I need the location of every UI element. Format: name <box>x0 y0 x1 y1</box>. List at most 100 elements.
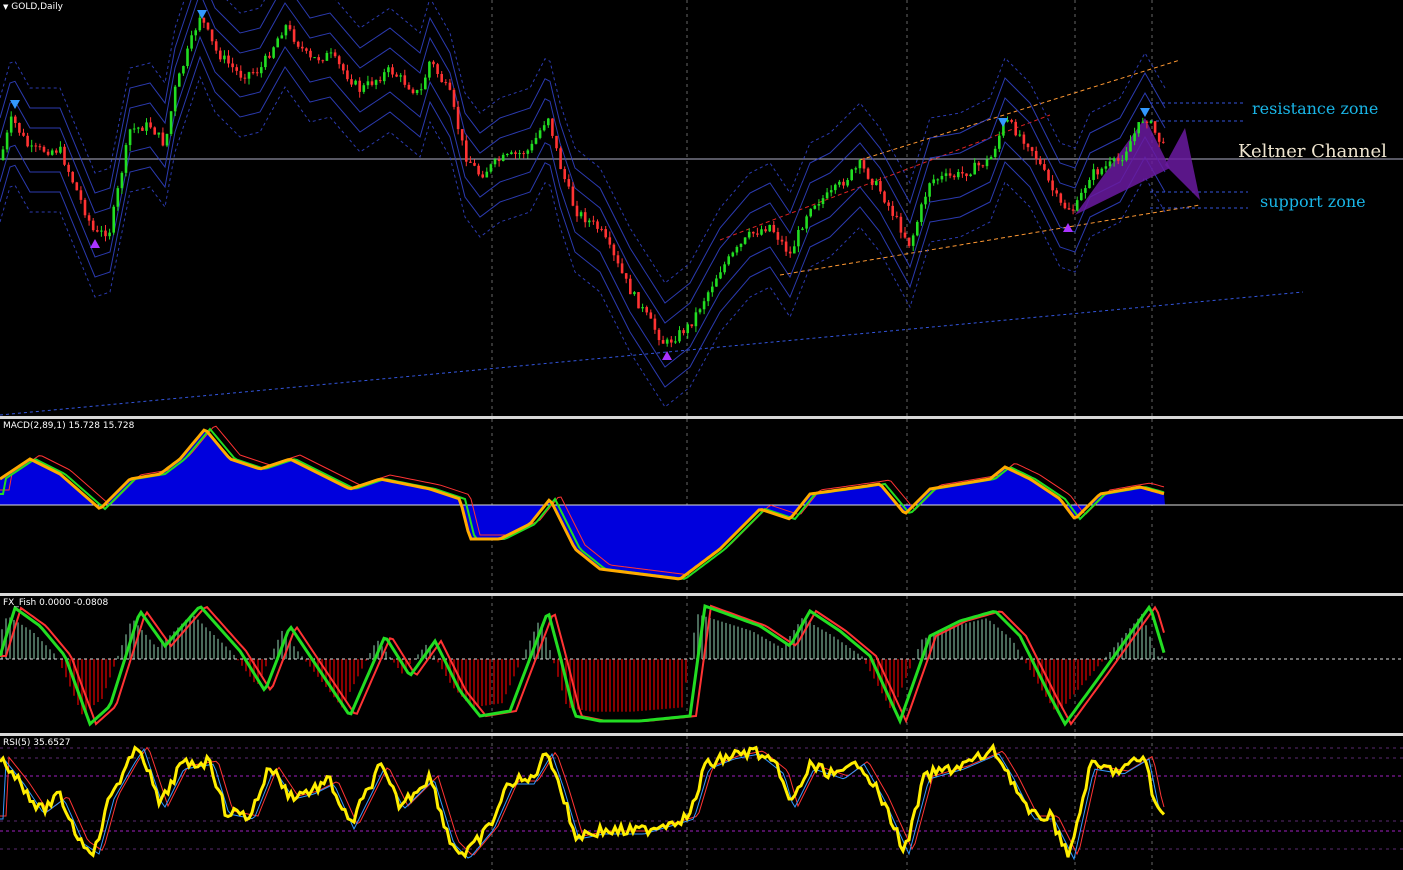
candlestick <box>957 172 960 178</box>
candlestick <box>366 81 370 86</box>
candlestick <box>206 22 210 30</box>
candlestick <box>100 230 103 232</box>
candlestick <box>22 132 25 136</box>
fisher-histogram-bar <box>997 627 999 659</box>
candlestick <box>173 86 177 112</box>
fisher-histogram-bar <box>749 630 751 659</box>
candlestick <box>924 196 927 205</box>
fisher-histogram-bar <box>649 659 651 711</box>
fisher-histogram-bar <box>833 636 835 659</box>
fisher-histogram-bar <box>581 659 583 710</box>
fisher-histogram-bar <box>49 649 51 659</box>
fisher-histogram-bar <box>941 630 943 659</box>
fisher-histogram-bar <box>841 642 843 659</box>
candlestick <box>1043 164 1046 170</box>
candlestick <box>1047 169 1050 181</box>
fisher-histogram-bar <box>825 631 827 659</box>
candlestick <box>866 168 870 179</box>
fisher-histogram-bar <box>945 629 947 659</box>
fisher-histogram-bar <box>961 624 963 659</box>
candlestick <box>784 241 788 252</box>
candlestick <box>1075 200 1079 211</box>
candlestick <box>551 118 554 136</box>
candlestick <box>805 216 808 229</box>
candlestick <box>641 307 644 309</box>
candlestick <box>465 140 468 162</box>
fisher-histogram-bar <box>85 659 87 712</box>
fisher-histogram-bar <box>1149 636 1151 659</box>
fisher-histogram-bar <box>605 659 607 712</box>
fisher-histogram-bar <box>969 622 971 659</box>
candlestick <box>1067 208 1071 210</box>
candlestick <box>764 229 767 232</box>
candlestick <box>42 146 46 152</box>
rsi-ma-line <box>0 747 1165 861</box>
candlestick <box>264 55 267 68</box>
fisher-histogram-bar <box>681 659 683 708</box>
fisher-histogram-bar <box>345 659 347 700</box>
candlestick <box>469 161 472 163</box>
macd-pane[interactable]: MACD(2,89,1) 15.728 15.728 <box>0 419 1403 593</box>
candlestick <box>838 181 841 185</box>
candlestick <box>612 244 616 256</box>
fisher-histogram-bar <box>657 659 659 710</box>
candlestick <box>821 198 825 205</box>
rsi-pane[interactable]: RSI(5) 35.6527 <box>0 736 1403 870</box>
candlestick <box>346 70 349 80</box>
fisher-histogram-bar <box>557 659 559 677</box>
fisher-histogram-bar <box>29 629 31 659</box>
candlestick <box>1030 147 1034 151</box>
fisher-histogram-bar <box>137 625 139 659</box>
fisher-histogram-bar <box>989 620 991 659</box>
candlestick <box>1133 133 1136 142</box>
fisher-indicator <box>0 596 1403 733</box>
fisher-histogram-bar <box>1093 659 1095 672</box>
candlestick <box>522 153 525 155</box>
fisher-histogram-bar <box>161 643 163 659</box>
price-chart-pane[interactable]: ▼ GOLD,Daily resistance zone Keltner Cha… <box>0 0 1403 416</box>
candlestick <box>358 80 361 92</box>
candlestick <box>182 66 185 74</box>
candlestick <box>674 341 677 343</box>
candlestick <box>985 159 989 167</box>
candlestick <box>1 149 5 160</box>
fisher-histogram-bar <box>1089 659 1091 676</box>
candlestick <box>190 35 193 49</box>
candlestick <box>694 312 698 327</box>
fisher-histogram-bar <box>37 637 39 659</box>
candlestick <box>567 179 571 187</box>
fisher-histogram-bar <box>881 659 883 694</box>
candlestick <box>665 339 669 344</box>
candlestick <box>563 169 566 180</box>
candlestick <box>116 188 120 207</box>
fisher-histogram-bar <box>61 659 63 669</box>
candlestick <box>600 228 603 230</box>
fisher-histogram-bar <box>1017 649 1019 659</box>
price-chart[interactable] <box>0 0 1403 416</box>
candlestick <box>1116 158 1120 161</box>
fisher-histogram-bar <box>1001 630 1003 659</box>
candlestick <box>932 179 935 184</box>
candlestick <box>1084 188 1087 193</box>
fisher-histogram-bar <box>213 634 215 659</box>
triangle-down-icon[interactable]: ▼ <box>3 3 8 11</box>
fisher-histogram-bar <box>589 659 591 712</box>
candlestick <box>518 153 521 155</box>
candlestick <box>854 168 858 170</box>
candlestick <box>96 230 99 232</box>
fisher-pane[interactable]: FX_Fish 0.0000 -0.0808 <box>0 596 1403 733</box>
fisher-histogram-bar <box>501 659 503 704</box>
candlestick <box>1063 202 1067 209</box>
candlestick <box>374 80 378 85</box>
fisher-histogram-bar <box>297 651 299 659</box>
fisher-histogram-bar <box>973 621 975 659</box>
candlestick <box>108 232 111 237</box>
candlestick <box>378 80 382 82</box>
candlestick <box>296 41 300 47</box>
candlestick <box>337 56 341 65</box>
candlestick <box>624 273 628 279</box>
candlestick <box>1137 122 1140 134</box>
fisher-histogram-bar <box>265 659 267 667</box>
candlestick <box>235 67 238 71</box>
fisher-histogram-bar <box>909 659 911 669</box>
